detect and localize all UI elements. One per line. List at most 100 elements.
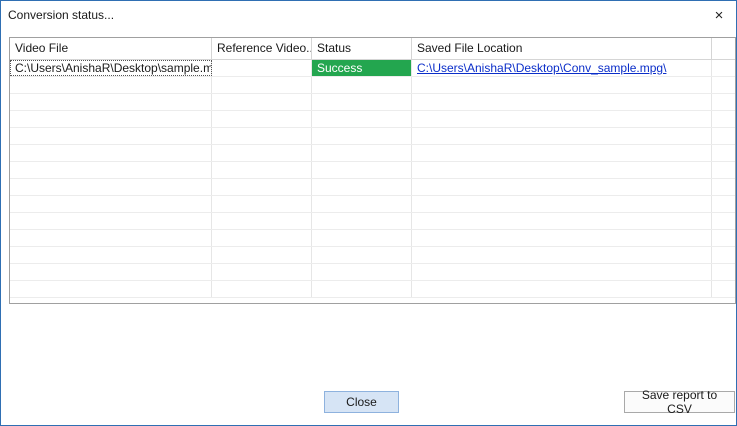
table-header: Video File Reference Video... Status Sav… (10, 38, 735, 60)
empty-cell (10, 145, 212, 161)
empty-rows-area (10, 77, 735, 298)
column-header-video-file[interactable]: Video File (10, 38, 212, 59)
empty-cell (10, 230, 212, 246)
close-button[interactable]: Close (324, 391, 399, 413)
table-body: C:\Users\AnishaR\Desktop\sample.mpg Succ… (10, 60, 735, 77)
empty-cell (212, 94, 312, 110)
empty-cell (312, 264, 412, 280)
saved-file-link[interactable]: C:\Users\AnishaR\Desktop\Conv_sample.mpg… (417, 61, 666, 75)
column-header-saved-file-location[interactable]: Saved File Location (412, 38, 712, 59)
empty-cell (412, 264, 712, 280)
empty-cell (10, 264, 212, 280)
empty-cell (312, 94, 412, 110)
empty-cell (212, 179, 312, 195)
empty-table-row (10, 247, 735, 264)
empty-table-row (10, 77, 735, 94)
empty-cell (412, 213, 712, 229)
empty-table-row (10, 162, 735, 179)
empty-cell (412, 247, 712, 263)
column-header-reference-video[interactable]: Reference Video... (212, 38, 312, 59)
empty-cell (712, 145, 735, 161)
column-header-status[interactable]: Status (312, 38, 412, 59)
empty-cell (10, 111, 212, 127)
empty-cell (712, 128, 735, 144)
save-report-csv-button[interactable]: Save report to CSV (624, 388, 735, 416)
empty-cell (212, 264, 312, 280)
empty-cell (712, 94, 735, 110)
empty-table-row (10, 94, 735, 111)
empty-table-row (10, 145, 735, 162)
empty-cell (10, 281, 212, 297)
empty-cell (10, 179, 212, 195)
empty-cell (10, 162, 212, 178)
empty-cell (412, 111, 712, 127)
empty-cell (312, 230, 412, 246)
empty-cell (212, 196, 312, 212)
empty-cell (712, 77, 735, 93)
empty-cell (712, 162, 735, 178)
empty-cell (412, 145, 712, 161)
empty-cell (212, 247, 312, 263)
empty-cell (212, 145, 312, 161)
empty-cell (412, 94, 712, 110)
empty-cell (312, 77, 412, 93)
empty-cell (312, 213, 412, 229)
empty-cell (412, 128, 712, 144)
empty-cell (312, 179, 412, 195)
empty-cell (712, 264, 735, 280)
empty-cell (212, 128, 312, 144)
conversion-results-table: Video File Reference Video... Status Sav… (9, 37, 736, 304)
empty-cell (312, 162, 412, 178)
empty-cell (712, 213, 735, 229)
empty-cell (212, 230, 312, 246)
empty-cell (412, 196, 712, 212)
empty-cell (312, 128, 412, 144)
status-badge: Success (312, 60, 412, 76)
empty-cell (412, 230, 712, 246)
empty-cell (312, 145, 412, 161)
window-title: Conversion status... (8, 8, 115, 22)
reference-video-cell[interactable] (212, 60, 312, 76)
empty-cell (10, 128, 212, 144)
empty-cell (212, 77, 312, 93)
video-file-cell[interactable]: C:\Users\AnishaR\Desktop\sample.mpg (10, 60, 212, 76)
empty-table-row (10, 281, 735, 298)
column-header-filler (712, 38, 735, 59)
empty-cell (712, 281, 735, 297)
empty-cell (212, 162, 312, 178)
empty-cell (10, 247, 212, 263)
empty-table-row (10, 230, 735, 247)
conversion-status-dialog: Conversion status... × Video File Refere… (0, 0, 737, 426)
empty-cell (412, 179, 712, 195)
empty-cell (10, 94, 212, 110)
empty-cell (712, 230, 735, 246)
empty-cell (212, 213, 312, 229)
table-row[interactable]: C:\Users\AnishaR\Desktop\sample.mpg Succ… (10, 60, 735, 77)
empty-cell (412, 281, 712, 297)
empty-cell (312, 111, 412, 127)
empty-cell (412, 162, 712, 178)
empty-cell (212, 281, 312, 297)
empty-cell (712, 196, 735, 212)
close-icon[interactable]: × (708, 4, 730, 26)
empty-cell (412, 77, 712, 93)
empty-cell (212, 111, 312, 127)
empty-cell (10, 196, 212, 212)
empty-table-row (10, 213, 735, 230)
empty-table-row (10, 111, 735, 128)
empty-table-row (10, 196, 735, 213)
filler-cell (712, 60, 735, 76)
empty-cell (312, 281, 412, 297)
saved-location-cell: C:\Users\AnishaR\Desktop\Conv_sample.mpg… (412, 60, 712, 76)
empty-cell (712, 179, 735, 195)
empty-table-row (10, 264, 735, 281)
empty-cell (10, 77, 212, 93)
title-bar: Conversion status... × (1, 1, 736, 31)
empty-cell (712, 111, 735, 127)
empty-cell (10, 213, 212, 229)
empty-cell (312, 196, 412, 212)
empty-cell (712, 247, 735, 263)
empty-table-row (10, 128, 735, 145)
empty-table-row (10, 179, 735, 196)
empty-cell (312, 247, 412, 263)
